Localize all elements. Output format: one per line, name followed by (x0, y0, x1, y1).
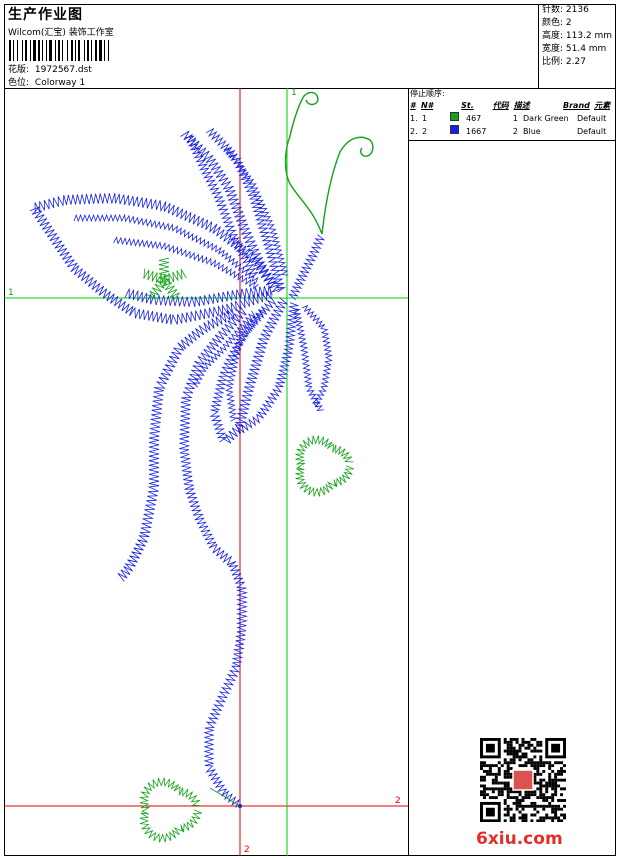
antenna-outline (284, 91, 374, 235)
col-stitches: St. (461, 101, 474, 110)
end-point (238, 804, 242, 808)
design-value: 1972567.dst (34, 65, 92, 75)
design-label: 花版: (8, 65, 30, 75)
row-brand: Default (577, 127, 607, 136)
design-width: 宽度: 51.4 mm (542, 44, 607, 54)
qr-code (480, 738, 566, 822)
embroidery-preview (4, 88, 408, 856)
design-line: 花版: 1972567.dst (8, 62, 92, 75)
stitch-run (209, 297, 277, 443)
colorway-value: Colorway 1 (34, 78, 86, 88)
stitch-run (225, 306, 267, 422)
colorway-line: 色位: Colorway 1 (8, 75, 85, 88)
header-info: 生产作业图 Wilcom(汇宝) 装饰工作室 花版: 1972567.dst 色… (4, 4, 539, 88)
col-element: 元素 (594, 101, 611, 110)
axis-label-left: 1 (8, 288, 14, 298)
stop-sequence-panel: 停止顺序: # N# St. 代码 描述 Brand 元素 1. 1 467 1… (409, 88, 616, 141)
color-swatch (450, 112, 459, 121)
stats-panel: 针数: 2136 颜色: 2 高度: 113.2 mm 宽度: 51.4 mm … (542, 4, 620, 69)
axis-label-bottom: 2 (244, 845, 250, 855)
axis-label-right: 2 (395, 796, 401, 806)
stitch-run (179, 306, 248, 808)
color-swatch (450, 125, 459, 134)
stitch-run (295, 435, 354, 497)
stitch-run (124, 285, 273, 308)
design-canvas[interactable]: 1 1 2 2 (4, 88, 409, 856)
row-description: Blue (523, 127, 541, 136)
table-row[interactable]: 1. 1 467 1 Dark Green Default (409, 112, 616, 125)
design-height: 高度: 113.2 mm (542, 31, 613, 41)
axis-label-top: 1 (291, 88, 297, 98)
row-needle: 1 (422, 114, 428, 123)
col-needle: N# (420, 101, 434, 110)
stitch-count: 针数: 2136 (542, 5, 589, 15)
stitch-run (117, 308, 235, 582)
page-title: 生产作业图 (8, 7, 83, 23)
row-code: 1 (512, 114, 518, 123)
row-index: 2. (410, 127, 418, 136)
row-code: 2 (512, 127, 518, 136)
row-brand: Default (577, 114, 607, 123)
watermark-logo: 6xiu.com (476, 829, 563, 849)
row-stitches: 1667 (466, 127, 487, 136)
col-description: 描述 (513, 101, 530, 110)
row-stitches: 467 (466, 114, 482, 123)
stitch-run (287, 234, 326, 301)
stop-sequence-title: 停止顺序: (410, 89, 445, 98)
row-needle: 2 (422, 127, 428, 136)
barcode (9, 40, 109, 61)
col-brand: Brand (563, 101, 590, 110)
stitch-run (158, 257, 170, 281)
table-row[interactable]: 2. 2 1667 2 Blue Default (409, 125, 616, 138)
design-scale: 比例: 2.27 (542, 57, 586, 67)
divider (409, 140, 616, 141)
col-index: # (410, 101, 416, 110)
row-index: 1. (410, 114, 418, 123)
company-name: Wilcom(汇宝) 装饰工作室 (8, 28, 114, 38)
header: 生产作业图 Wilcom(汇宝) 装饰工作室 花版: 1972567.dst 色… (4, 4, 616, 89)
col-code: 代码 (492, 101, 509, 110)
colorway-label: 色位: (8, 78, 30, 88)
stitch-run (139, 777, 202, 843)
color-count: 颜色: 2 (542, 18, 572, 28)
row-description: Dark Green (523, 114, 569, 123)
stitch-run (29, 206, 272, 325)
stop-sequence-header: # N# St. 代码 描述 Brand 元素 (409, 100, 616, 112)
